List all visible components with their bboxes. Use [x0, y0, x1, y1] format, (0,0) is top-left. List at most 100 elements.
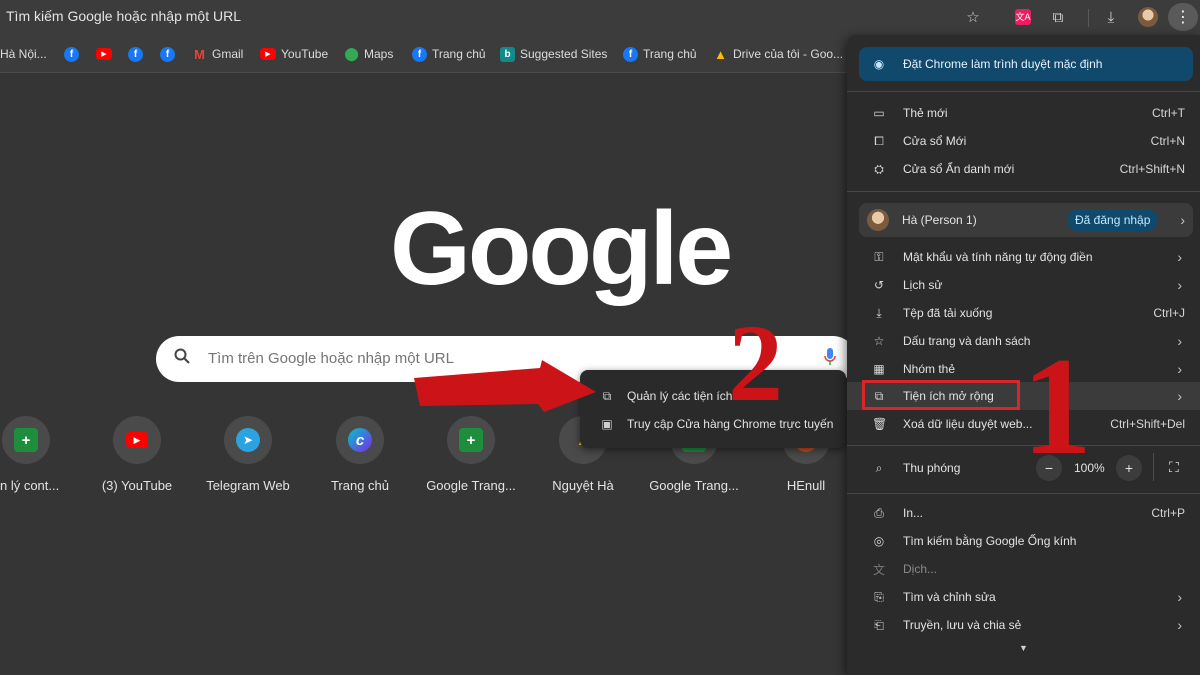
bookmark-label: YouTube — [281, 47, 329, 61]
tab-groups-icon: ▦ — [873, 362, 885, 376]
google-logo: Google — [390, 191, 733, 307]
passwords-autofill-item[interactable]: ⚿ Mật khẩu và tính năng tự động điền › — [847, 243, 1200, 271]
manage-extensions-item[interactable]: ⧉ Quản lý các tiện ích — [580, 382, 846, 410]
shortcut-label: Google Trang... — [649, 478, 739, 493]
shortcut-tile[interactable]: + Google Trang... — [415, 416, 527, 493]
microphone-icon[interactable] — [824, 348, 836, 371]
cast-icon: ⎗ — [874, 617, 884, 632]
avatar[interactable] — [1138, 7, 1158, 27]
zoom-icon: ⌕ — [875, 460, 883, 475]
step-number-2: 2 — [728, 302, 783, 424]
shortcut-tile[interactable]: ➤ Telegram Web — [192, 416, 304, 493]
menu-icon[interactable]: ⋮ — [1168, 3, 1198, 31]
canva-icon: c — [348, 428, 372, 452]
bookmark-youtube[interactable]: ▶ YouTube — [260, 45, 328, 63]
cast-save-share-item[interactable]: ⎗ Truyền, lưu và chia sẻ › — [847, 611, 1200, 639]
trash-icon: 🗑︎ — [872, 417, 888, 431]
bookmark-item[interactable]: f Trang chủ — [623, 45, 697, 63]
bookmark-item[interactable]: ▶ — [96, 45, 117, 63]
bookmark-item[interactable]: f — [160, 45, 180, 63]
shortcut-icon-circle: ➤ — [224, 416, 272, 464]
shortcut-label: ản lý cont... — [0, 478, 60, 493]
bookmark-item[interactable]: f — [64, 45, 84, 63]
chevron-right-icon: › — [1177, 249, 1182, 265]
shortcut-tile[interactable]: ▶ (3) YouTube — [81, 416, 193, 493]
zoom-in-button[interactable]: + — [1116, 455, 1142, 481]
new-tab-icon: ▭ — [873, 106, 885, 120]
shortcut-label: (3) YouTube — [101, 478, 173, 493]
shortcut-text: Ctrl+P — [1151, 506, 1185, 520]
bookmark-label: Trang chủ — [643, 47, 697, 61]
bookmark-suggested-sites[interactable]: b Suggested Sites — [500, 45, 607, 63]
shortcut-text: Ctrl+J — [1153, 306, 1185, 320]
avatar — [867, 209, 889, 231]
chevron-right-icon: › — [1177, 388, 1182, 404]
chevron-right-icon: › — [1177, 333, 1182, 349]
downloads-item[interactable]: ⤓ Tệp đã tải xuống Ctrl+J — [847, 299, 1200, 327]
google-lens-item[interactable]: ◎ Tìm kiếm bằng Google Ống kính — [847, 527, 1200, 555]
shortcut-tile[interactable]: c Trang chủ — [304, 416, 416, 493]
bookmark-maps[interactable]: ⬤ Maps — [344, 45, 393, 63]
profile-name: Hà (Person 1) — [902, 213, 977, 227]
youtube-icon: ▶ — [260, 48, 276, 60]
chevron-right-icon: › — [1177, 277, 1182, 293]
translate-icon: 文 — [872, 562, 885, 577]
banner-label: Đặt Chrome làm trình duyệt mặc định — [903, 57, 1103, 71]
new-window-item[interactable]: ⧠ Cửa sổ Mới Ctrl+N — [847, 127, 1200, 155]
history-item[interactable]: ↺ Lịch sử › — [847, 271, 1200, 299]
menu-divider — [847, 493, 1200, 494]
bing-icon: b — [500, 46, 515, 62]
bookmark-drive[interactable]: ▲ Drive của tôi - Goo... — [713, 45, 843, 63]
red-arrow — [414, 360, 596, 412]
shortcut-text: Ctrl+Shift+N — [1119, 162, 1185, 176]
star-icon[interactable]: ☆ — [962, 6, 984, 28]
download-icon: ⤓ — [876, 305, 882, 320]
set-default-browser-button[interactable]: ◉ Đặt Chrome làm trình duyệt mặc định — [859, 47, 1193, 81]
incognito-window-item[interactable]: ⛭ Cửa sổ Ẩn danh mới Ctrl+Shift+N — [847, 155, 1200, 183]
translate-item: 文 Dịch... — [872, 562, 938, 577]
extensions-icon[interactable]: ⧉ — [1047, 6, 1069, 28]
extensions-icon: ⧉ — [602, 388, 612, 403]
chevron-right-icon: › — [1177, 589, 1182, 605]
star-icon: ☆ — [873, 334, 885, 348]
bookmark-item[interactable]: Hà Nội... — [0, 45, 47, 63]
youtube-icon: ▶ — [96, 48, 112, 60]
facebook-icon: f — [64, 46, 79, 62]
sheets-icon: + — [459, 428, 483, 452]
find-edit-item[interactable]: ⎘ Tìm và chỉnh sửa › — [847, 583, 1200, 611]
bookmark-item[interactable]: f Trang chủ — [412, 45, 486, 63]
search-icon — [174, 348, 196, 370]
highlight-box — [862, 380, 1020, 410]
bookmark-label: Drive của tôi - Goo... — [733, 47, 844, 61]
lens-icon: ◎ — [873, 534, 885, 548]
address-bar: Tìm kiếm Google hoặc nhập một URL ☆ 文A ⧉… — [0, 0, 1200, 35]
new-tab-item[interactable]: ▭ Thẻ mới Ctrl+T — [847, 99, 1200, 127]
shortcut-text: Ctrl+Shift+Del — [1110, 417, 1185, 431]
chevron-right-icon: › — [1177, 617, 1182, 633]
shortcut-label: Trang chủ — [330, 478, 390, 493]
print-item[interactable]: ⎙ In... Ctrl+P — [847, 499, 1200, 527]
omnibox-input[interactable]: Tìm kiếm Google hoặc nhập một URL — [6, 8, 241, 24]
download-icon[interactable]: ⤓ — [1100, 6, 1122, 28]
facebook-icon: f — [623, 46, 638, 62]
store-icon: ▣ — [601, 417, 613, 431]
facebook-icon: f — [412, 46, 427, 62]
history-icon: ↺ — [873, 278, 885, 292]
print-icon: ⎙ — [874, 505, 884, 520]
scroll-down-icon[interactable]: ▼ — [1019, 643, 1028, 653]
shortcut-tile[interactable]: + ản lý cont... — [0, 416, 82, 493]
bookmark-label: Trang chủ — [432, 47, 486, 61]
shortcut-icon-circle: c — [336, 416, 384, 464]
chrome-web-store-item[interactable]: ▣ Truy cập Cửa hàng Chrome trực tuyến — [580, 410, 846, 438]
menu-divider — [847, 191, 1200, 192]
new-window-icon: ⧠ — [874, 133, 884, 148]
youtube-icon: ▶ — [126, 432, 148, 448]
translate-icon[interactable]: 文A — [1012, 6, 1034, 28]
signed-in-badge: Đã đăng nhập — [1067, 209, 1159, 231]
chevron-right-icon: › — [1177, 361, 1182, 377]
extensions-submenu: ⧉ Quản lý các tiện ích ▣ Truy cập Cửa hà… — [580, 370, 846, 448]
profile-item[interactable]: Hà (Person 1) Đã đăng nhập › — [859, 203, 1193, 237]
bookmark-gmail[interactable]: M Gmail — [192, 45, 243, 63]
bookmark-item[interactable]: f — [128, 45, 148, 63]
fullscreen-icon[interactable]: ⛶ — [1169, 459, 1179, 476]
